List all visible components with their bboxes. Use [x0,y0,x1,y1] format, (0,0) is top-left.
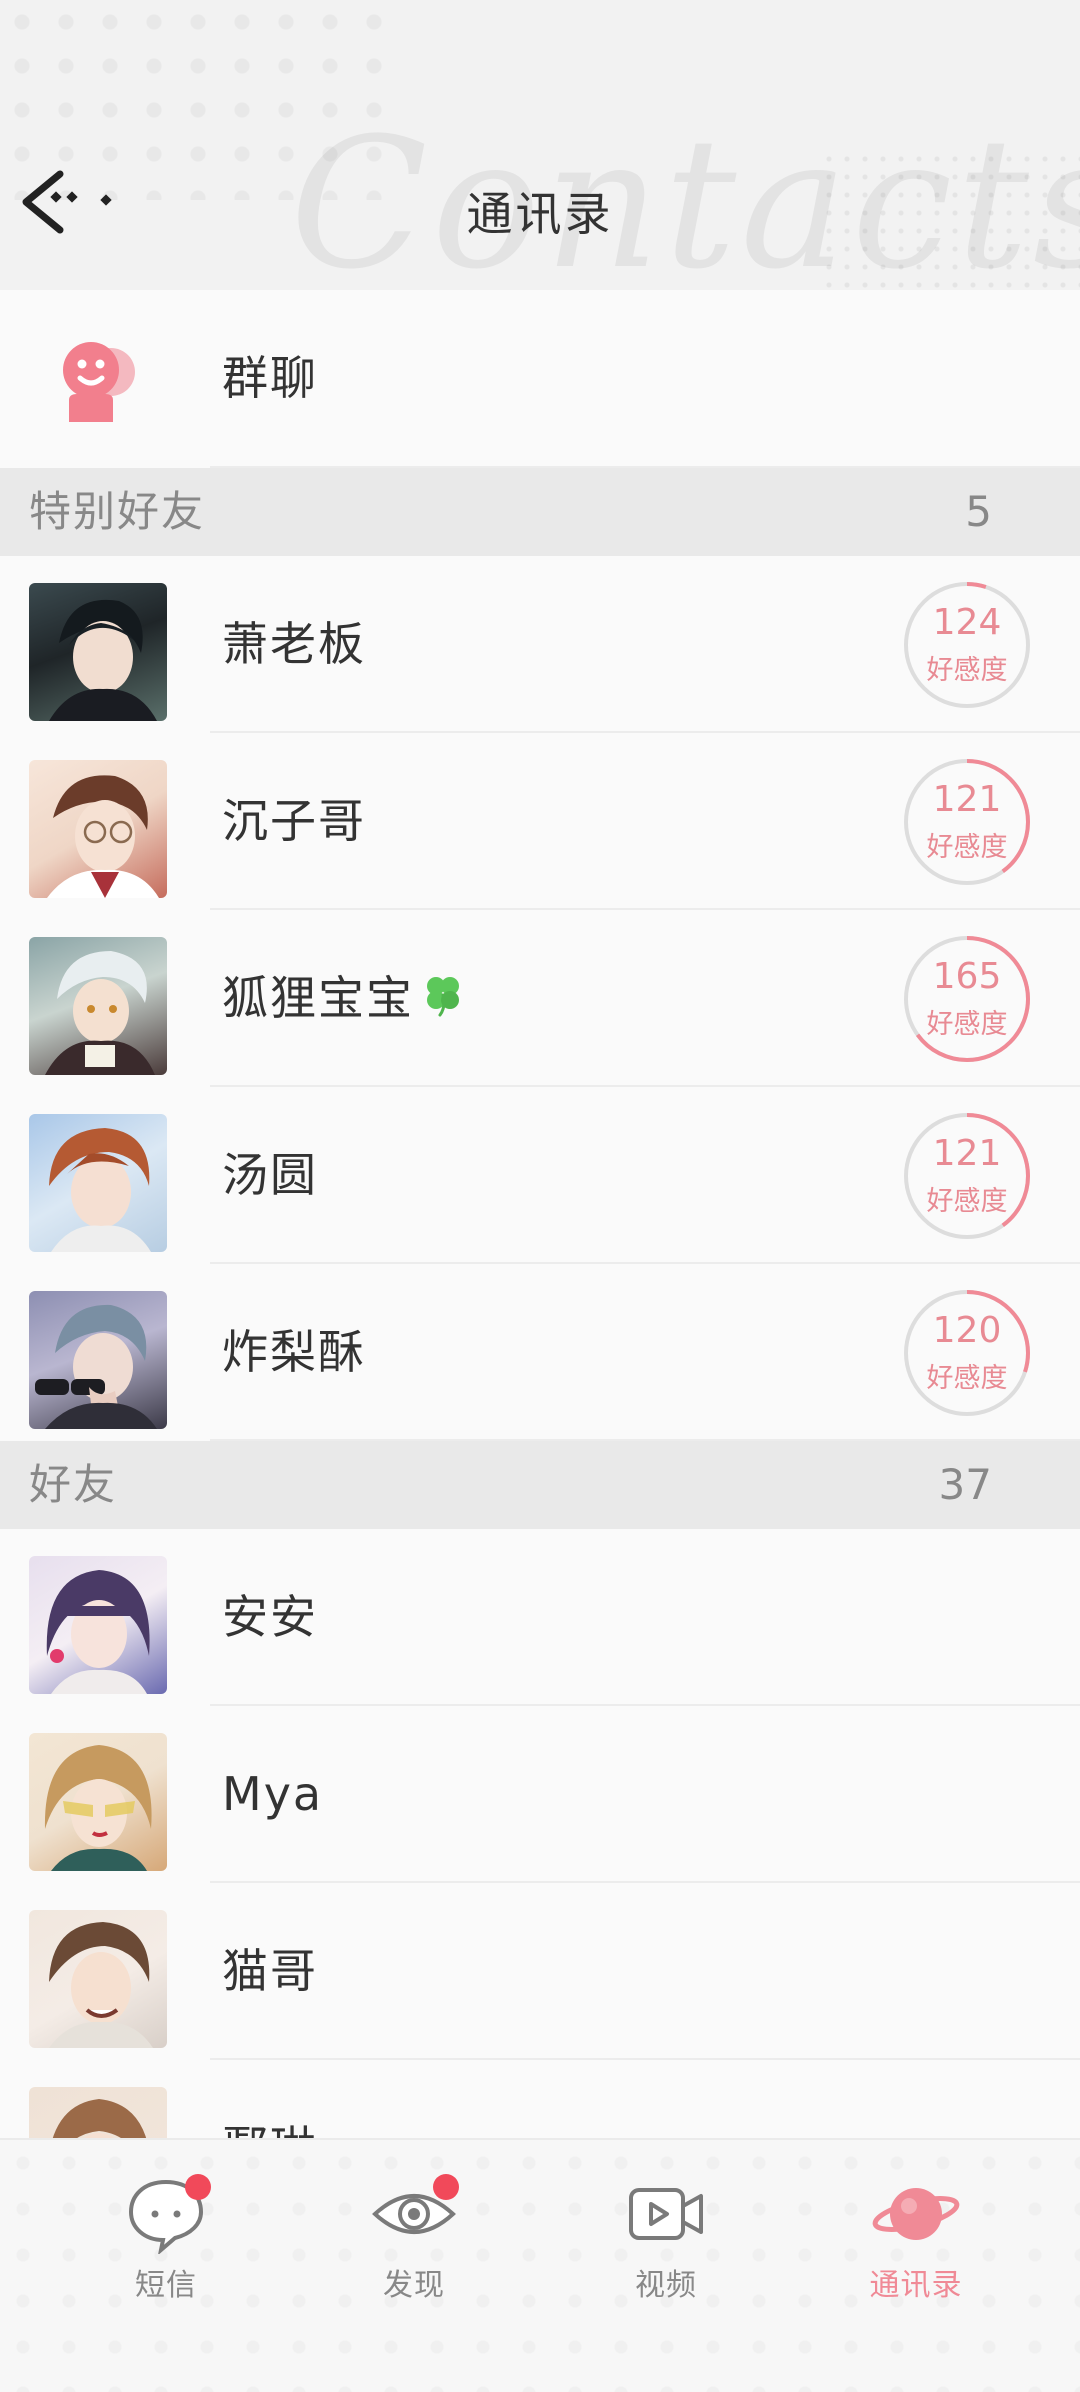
clover-icon [420,913,466,1090]
contact-row[interactable]: 猫哥 [0,1883,1080,2060]
affinity-label: 好感度 [926,1009,1008,1040]
message-bubble-icon [121,2174,211,2256]
nav-tab-contacts[interactable]: 通讯录 [836,2174,996,2324]
section-count: 5 [965,487,992,536]
contact-row[interactable]: 炸梨酥 120 好感度 [0,1264,1080,1441]
eye-icon [369,2174,459,2254]
affinity-ring: 165 好感度 [902,934,1032,1064]
page-title: 通讯录 [466,187,614,241]
avatar [29,1910,167,2048]
affinity-ring-graphic [904,582,1030,708]
group-chat-row[interactable]: 群聊 [0,290,1080,468]
nav-label: 短信 [135,2268,197,2303]
contact-name: 汤圆 [222,1148,318,1202]
unread-badge [433,2174,459,2200]
section-label: 好友 [29,1460,118,1509]
contact-row[interactable]: 萧老板 124 好感度 [0,556,1080,733]
contact-row[interactable]: 沉子哥 121 好感度 [0,733,1080,910]
avatar [29,583,167,721]
affinity-ring: 120 好感度 [902,1288,1032,1418]
nav-tab-discover[interactable]: 发现 [334,2174,494,2324]
nav-tab-video[interactable]: 视频 [586,2174,746,2324]
header-bar: Contacts 通讯录 [0,0,1080,290]
bottom-navigation: 短信 发现 视频 通讯录 [0,2138,1080,2392]
contacts-list: 群聊 特别好友 5 萧老板 124 好感度 沉子哥 121 好感度 狐狸宝宝 1… [0,290,1080,2237]
contact-name: 猫哥 [222,1944,318,1998]
nav-label: 发现 [383,2268,445,2303]
planet-icon [871,2174,961,2254]
nav-label: 通讯录 [869,2268,963,2303]
affinity-ring: 124 好感度 [902,580,1032,710]
group-chat-label: 群聊 [222,351,318,405]
contact-row[interactable]: 汤圆 121 好感度 [0,1087,1080,1264]
avatar [29,1733,167,1871]
affinity-label: 好感度 [926,1186,1008,1217]
avatar [29,760,167,898]
affinity-ring-graphic [904,759,1030,885]
contact-row[interactable]: Mya [0,1706,1080,1883]
contact-name-text: 狐狸宝宝 [222,971,414,1025]
affinity-ring: 121 好感度 [902,757,1032,887]
nav-tab-messages[interactable]: 短信 [86,2174,246,2324]
affinity-label: 好感度 [926,832,1008,863]
section-count: 37 [938,1460,992,1509]
affinity-ring: 121 好感度 [902,1111,1032,1241]
special-friends-header: 特别好友 5 [0,468,1080,556]
avatar [29,937,167,1075]
avatar [29,1556,167,1694]
group-chat-icon [55,338,140,423]
contact-name: 沉子哥 [222,794,366,848]
avatar [29,1114,167,1252]
affinity-label: 好感度 [926,1363,1008,1394]
affinity-value: 121 [932,779,1002,820]
affinity-value: 121 [932,1133,1002,1174]
contact-row[interactable]: 狐狸宝宝 165 好感度 [0,910,1080,1087]
video-camera-icon [621,2174,711,2254]
nav-label: 视频 [635,2268,697,2303]
contact-row[interactable]: 安安 [0,1529,1080,1706]
affinity-ring-graphic [904,1290,1030,1416]
contact-name: Mya [222,1767,324,1821]
affinity-ring-graphic [904,1113,1030,1239]
friends-header: 好友 37 [0,1441,1080,1529]
affinity-value: 124 [932,602,1002,643]
contact-name: 炸梨酥 [222,1325,366,1379]
affinity-value: 165 [932,956,1002,997]
section-label: 特别好友 [29,487,206,536]
unread-badge [185,2174,211,2200]
affinity-label: 好感度 [926,655,1008,686]
avatar [29,1291,167,1429]
affinity-ring-graphic [904,936,1030,1062]
contact-name: 狐狸宝宝 [222,910,466,1087]
affinity-value: 120 [932,1310,1002,1351]
contact-name: 萧老板 [222,617,366,671]
contact-name: 安安 [222,1590,318,1644]
